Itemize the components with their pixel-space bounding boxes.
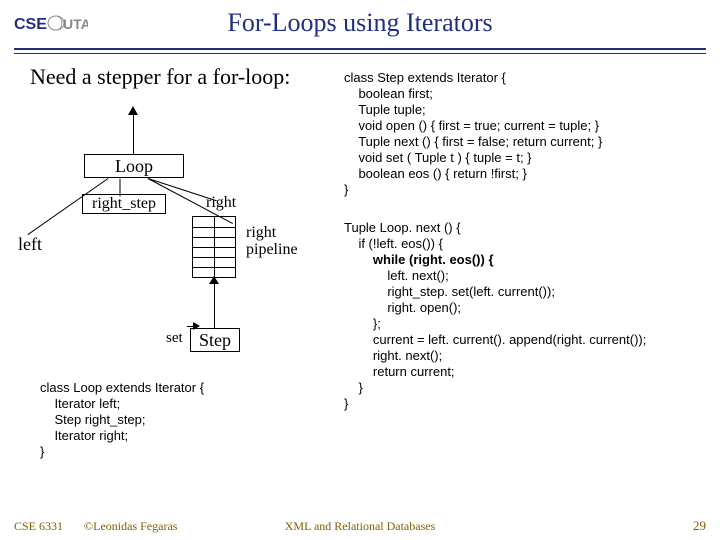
right-label: right [206, 194, 236, 212]
footer-course: CSE 6331 [14, 519, 63, 533]
pipeline-table-icon [192, 216, 236, 278]
right-step-box: right_step [82, 194, 166, 214]
footer-center: XML and Relational Databases [200, 519, 520, 534]
code-loop-extends: class Loop extends Iterator { Iterator l… [40, 380, 320, 460]
code-loop-next: Tuple Loop. next () { if (!left. eos()) … [344, 220, 710, 412]
diagram: Loop right_step right left right pipelin… [18, 100, 328, 370]
title-rule-thick [14, 48, 706, 50]
left-label: left [18, 234, 42, 255]
title-rule-thin [14, 53, 706, 54]
set-label: set [166, 330, 183, 347]
fan-line [120, 179, 121, 197]
slide-title: For-Loops using Iterators [150, 8, 570, 38]
right-pipeline-label: right pipeline [246, 224, 328, 258]
set-arrow-head-icon [193, 322, 200, 330]
subtitle: Need a stepper for a for-loop: [30, 64, 290, 90]
step-arrow-head-icon [209, 276, 219, 284]
logo-cse: CSE [14, 16, 47, 33]
step-arrow-line [214, 278, 215, 328]
loop-arrow-head-icon [128, 106, 138, 115]
footer-left: CSE 6331 ©Leonidas Fegaras [14, 519, 177, 534]
loop-box: Loop [84, 154, 184, 178]
code-step-class: class Step extends Iterator { boolean fi… [344, 70, 710, 198]
page-number: 29 [693, 518, 706, 534]
step-box: Step [190, 328, 240, 352]
logo-uta: UTA [63, 16, 88, 32]
footer-copyright: ©Leonidas Fegaras [84, 519, 177, 533]
logo: CSE UTA [14, 12, 88, 36]
